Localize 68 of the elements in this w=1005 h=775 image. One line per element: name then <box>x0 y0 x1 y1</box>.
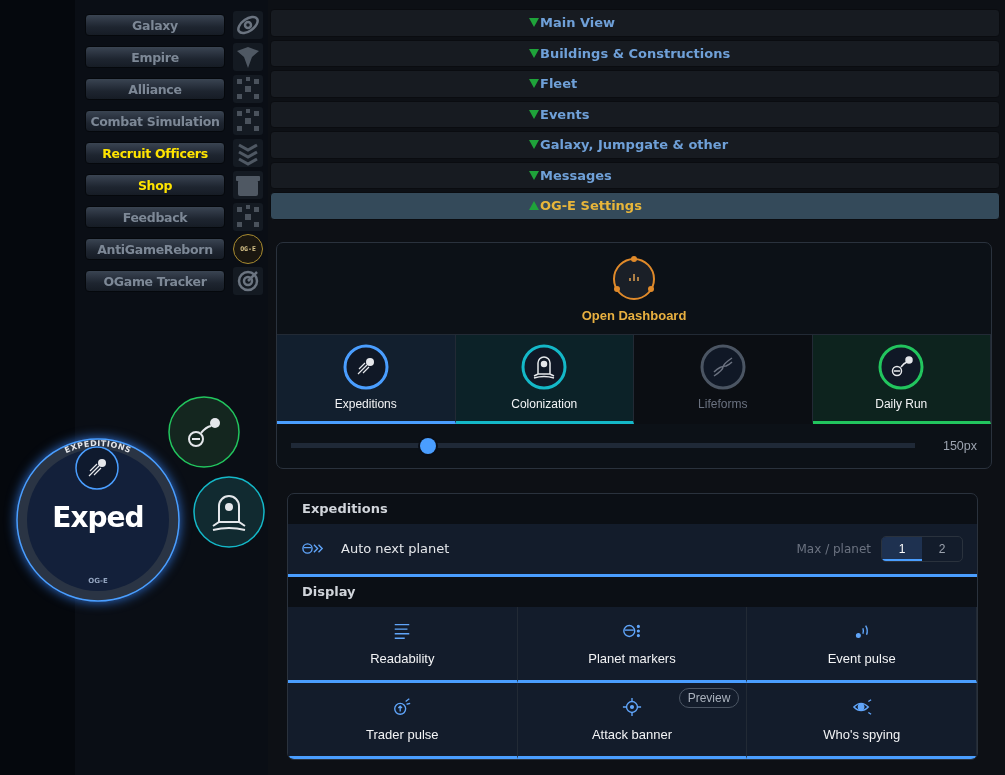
caret-icon <box>529 201 539 211</box>
caret-icon <box>529 18 539 28</box>
mode-tab[interactable]: Lifeforms <box>634 334 813 424</box>
section-title: Messages <box>540 167 612 183</box>
caret-icon <box>529 48 539 58</box>
mode-tab[interactable]: Colonization <box>455 334 634 424</box>
menu-button[interactable]: Feedback <box>85 206 225 228</box>
display-option[interactable]: Who's spying <box>747 682 977 759</box>
menu-button[interactable]: AntiGameReborn <box>85 238 225 260</box>
mode-tab[interactable]: Expeditions <box>277 334 456 424</box>
caret-icon <box>529 170 539 180</box>
tracker-icon[interactable] <box>233 267 263 295</box>
section-title: Buildings & Constructions <box>540 45 731 61</box>
caret-icon <box>529 79 539 89</box>
trader-icon <box>392 696 413 717</box>
pod-icon <box>521 344 568 390</box>
section-header[interactable]: Buildings & Constructions <box>270 39 1000 67</box>
comet-icon <box>342 344 389 390</box>
menu-button[interactable]: Galaxy <box>85 14 225 36</box>
display-option[interactable]: Readability <box>288 606 518 683</box>
segment-option[interactable]: 1 <box>882 536 922 561</box>
menu-button[interactable]: Alliance <box>85 78 225 100</box>
dna-icon <box>699 344 746 390</box>
menu-button[interactable]: Shop <box>85 174 225 196</box>
group-title: Display <box>301 583 357 601</box>
network-icon[interactable] <box>233 107 263 135</box>
segment-option[interactable]: 2 <box>922 536 962 561</box>
galaxy-icon[interactable] <box>233 11 263 39</box>
group-title: Expeditions <box>301 500 389 518</box>
section-title: Galaxy, Jumpgate & other <box>540 137 729 153</box>
network-icon[interactable] <box>233 203 263 231</box>
menu-button[interactable]: Combat Simulation <box>85 110 225 132</box>
option-label: Auto next planet <box>341 541 451 556</box>
section-header[interactable]: Galaxy, Jumpgate & other <box>270 131 1000 159</box>
gift-icon[interactable] <box>233 171 263 199</box>
display-option[interactable]: Event pulse <box>747 606 977 683</box>
max-label: Max / planet <box>796 541 871 556</box>
section-title: Main View <box>540 15 616 31</box>
option-row[interactable]: Auto next planet Max / planet 1 2 <box>288 523 977 577</box>
crosshair-icon <box>622 696 642 717</box>
section-title: Events <box>540 106 590 122</box>
section-header[interactable]: Main View <box>270 9 1000 37</box>
run-button[interactable] <box>168 396 240 468</box>
display-option[interactable]: Attack banner Preview <box>517 682 748 759</box>
eye-icon <box>851 696 872 717</box>
widget-title: Exped <box>51 501 145 534</box>
dashboard-link[interactable]: Open Dashboard <box>581 307 687 323</box>
section-header[interactable]: OG-E Settings <box>270 192 1000 220</box>
section-header[interactable]: Fleet <box>270 70 1000 98</box>
network-icon[interactable] <box>233 75 263 103</box>
menu-button[interactable]: Recruit Officers <box>85 142 225 164</box>
section-title: Fleet <box>540 76 578 92</box>
slider-reading: 150px <box>942 438 977 453</box>
section-header[interactable]: Events <box>270 100 1000 128</box>
pod-button[interactable] <box>193 476 265 548</box>
section-title: OG-E Settings <box>540 198 642 214</box>
menu-button[interactable]: OGame Tracker <box>85 270 225 292</box>
section-header[interactable]: Messages <box>270 161 1000 189</box>
mode-tab[interactable]: Daily Run <box>812 334 991 424</box>
caret-icon <box>529 109 539 119</box>
run-icon <box>878 344 925 390</box>
planet-chevrons-icon <box>302 542 324 555</box>
slider-thumb[interactable] <box>420 437 437 454</box>
menu-button[interactable]: Empire <box>85 46 225 68</box>
chevrons-icon[interactable] <box>233 139 263 167</box>
display-option[interactable]: Trader pulse <box>288 682 518 759</box>
display-option[interactable]: Planet markers <box>517 606 748 683</box>
caret-icon <box>529 140 539 150</box>
